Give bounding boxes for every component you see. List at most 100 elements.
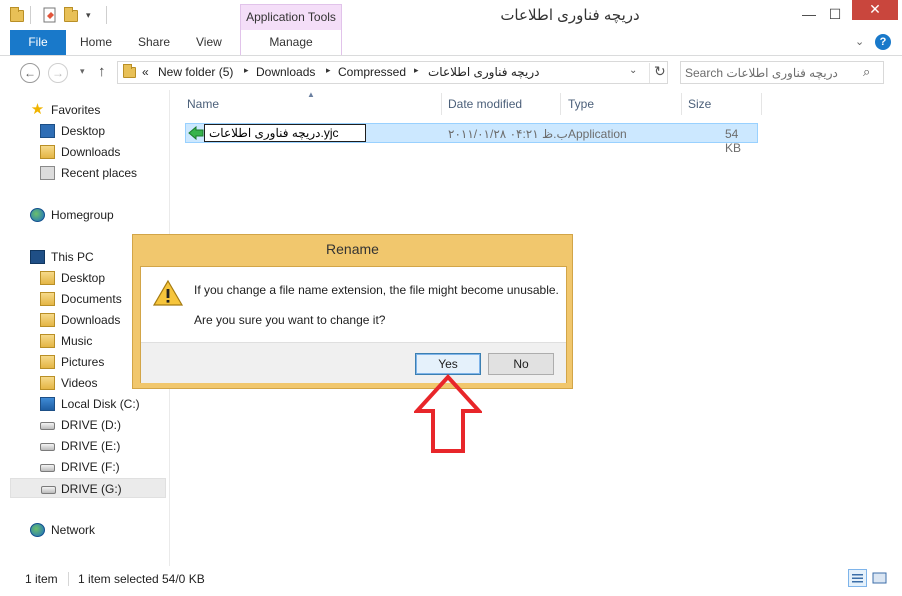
breadcrumb-separator-icon[interactable]: ▸ bbox=[414, 65, 419, 76]
nav-fav-recent-places[interactable]: Recent places bbox=[30, 163, 166, 183]
recent-locations-icon[interactable]: ▾ bbox=[80, 66, 85, 77]
nav-label: Videos bbox=[61, 376, 98, 390]
tab-view[interactable]: View bbox=[196, 30, 222, 55]
nav-pc-drive-e[interactable]: DRIVE (E:) bbox=[30, 436, 166, 456]
drive-icon bbox=[40, 422, 55, 430]
column-divider[interactable] bbox=[681, 93, 682, 115]
close-button[interactable]: ✕ bbox=[852, 0, 898, 20]
nav-label: Desktop bbox=[61, 124, 106, 138]
nav-pc-drive-f[interactable]: DRIVE (F:) bbox=[30, 457, 166, 477]
drive-icon bbox=[40, 443, 55, 451]
details-view-button[interactable] bbox=[848, 569, 867, 587]
nav-label: Documents bbox=[61, 292, 122, 306]
recent-places-icon bbox=[40, 166, 55, 180]
chevron-down-icon[interactable]: ⌄ bbox=[629, 65, 637, 76]
search-input[interactable] bbox=[685, 64, 857, 81]
breadcrumb-overflow[interactable]: « bbox=[142, 65, 149, 79]
rename-dialog: Rename If you change a file name extensi… bbox=[132, 234, 573, 389]
nav-homegroup[interactable]: Homegroup bbox=[10, 205, 166, 225]
separator bbox=[30, 6, 31, 24]
column-header-date-modified[interactable]: Date modified bbox=[448, 97, 522, 111]
breadcrumb-separator-icon[interactable]: ▸ bbox=[326, 65, 331, 76]
nav-label: Local Disk (C:) bbox=[61, 397, 140, 411]
drive-icon bbox=[40, 464, 55, 472]
drive-icon bbox=[41, 486, 56, 494]
nav-pc-local-disk-c[interactable]: Local Disk (C:) bbox=[30, 394, 166, 414]
help-icon[interactable]: ? bbox=[875, 34, 891, 50]
application-tools-label: Application Tools bbox=[240, 4, 342, 30]
selection-size: 54/0 KB bbox=[162, 572, 205, 586]
nav-label: Music bbox=[61, 334, 93, 348]
star-icon: ★ bbox=[30, 101, 45, 118]
dialog-body: If you change a file name extension, the… bbox=[140, 266, 567, 383]
tab-file[interactable]: File bbox=[10, 30, 66, 55]
dialog-button-area: Yes No bbox=[141, 342, 566, 383]
nav-pc-drive-g[interactable]: DRIVE (G:) bbox=[10, 478, 166, 498]
separator bbox=[68, 572, 69, 586]
column-divider[interactable] bbox=[560, 93, 561, 115]
sort-ascending-icon: ▲ bbox=[307, 90, 315, 99]
up-button[interactable]: ↑ bbox=[98, 63, 106, 80]
ribbon-tabs: File Home Share View Manage ⌄ ? bbox=[0, 30, 902, 56]
nav-label: This PC bbox=[51, 250, 94, 264]
documents-folder-icon bbox=[40, 292, 55, 306]
column-header-name[interactable]: Name bbox=[187, 97, 219, 111]
file-type: Application bbox=[568, 127, 627, 141]
breadcrumb-separator-icon[interactable]: ▸ bbox=[244, 65, 249, 76]
breadcrumb-downloads[interactable]: Downloads bbox=[256, 65, 315, 79]
tab-manage[interactable]: Manage bbox=[240, 30, 342, 55]
chevron-down-icon[interactable]: ⌄ bbox=[855, 35, 864, 48]
search-box[interactable]: ⌕ bbox=[680, 61, 884, 84]
nav-label: Downloads bbox=[61, 145, 121, 159]
column-divider[interactable] bbox=[441, 93, 442, 115]
network-icon bbox=[30, 523, 45, 537]
nav-pc-drive-d[interactable]: DRIVE (D:) bbox=[30, 415, 166, 435]
column-header-size[interactable]: Size bbox=[688, 97, 711, 111]
no-button[interactable]: No bbox=[488, 353, 554, 375]
breadcrumb-current-folder[interactable]: دریچه فناوری اطلاعات bbox=[428, 65, 539, 79]
breadcrumb-new-folder[interactable]: New folder (5) bbox=[158, 65, 233, 79]
yes-button[interactable]: Yes bbox=[415, 353, 481, 375]
search-icon[interactable]: ⌕ bbox=[863, 64, 870, 80]
table-row[interactable]: ۲۰۱۱/۰۱/۲۸ ب.ظ ۰۴:۲۱ Application 54 KB bbox=[185, 123, 758, 155]
large-icons-view-button[interactable] bbox=[870, 569, 889, 587]
computer-icon bbox=[30, 250, 45, 264]
nav-label: DRIVE (D:) bbox=[61, 418, 121, 432]
tab-home[interactable]: Home bbox=[80, 30, 112, 55]
status-bar: 1 item 1 item selected 54/0 KB bbox=[0, 566, 902, 596]
selection-count: 1 item selected bbox=[78, 572, 159, 586]
downloads-folder-icon bbox=[40, 313, 55, 327]
tab-share[interactable]: Share bbox=[138, 30, 170, 55]
nav-label: Favorites bbox=[51, 103, 101, 117]
column-header-type[interactable]: Type bbox=[568, 97, 594, 111]
homegroup-icon bbox=[30, 208, 45, 222]
new-folder-icon[interactable] bbox=[64, 7, 80, 23]
music-folder-icon bbox=[40, 334, 55, 348]
properties-icon[interactable] bbox=[42, 7, 58, 23]
nav-fav-downloads[interactable]: Downloads bbox=[30, 142, 166, 162]
nav-fav-desktop[interactable]: Desktop bbox=[30, 121, 166, 141]
back-button[interactable]: ← bbox=[20, 63, 40, 83]
pictures-folder-icon bbox=[40, 355, 55, 369]
rename-input[interactable] bbox=[204, 124, 366, 142]
nav-label: DRIVE (F:) bbox=[61, 460, 120, 474]
nav-network[interactable]: Network bbox=[10, 520, 166, 540]
forward-button[interactable]: → bbox=[48, 63, 68, 83]
system-drive-icon bbox=[40, 397, 55, 411]
breadcrumb-compressed[interactable]: Compressed bbox=[338, 65, 406, 79]
refresh-icon[interactable]: ↻ bbox=[649, 63, 666, 83]
nav-label: Pictures bbox=[61, 355, 105, 369]
nav-label: DRIVE (G:) bbox=[61, 482, 122, 496]
navigation-bar: ← → ▾ ↑ « New folder (5) ▸ Downloads ▸ C… bbox=[0, 56, 902, 90]
nav-favorites[interactable]: ★ Favorites bbox=[10, 100, 166, 120]
folder-icon bbox=[123, 64, 136, 78]
customize-toolbar-icon[interactable]: ▾ bbox=[86, 7, 102, 23]
dialog-title: Rename bbox=[326, 241, 379, 257]
file-date-modified: ۲۰۱۱/۰۱/۲۸ ب.ظ ۰۴:۲۱ bbox=[448, 127, 568, 141]
maximize-button[interactable]: ☐ bbox=[820, 0, 850, 30]
folder-icon bbox=[10, 7, 26, 23]
application-icon bbox=[188, 125, 204, 141]
nav-label: DRIVE (E:) bbox=[61, 439, 121, 453]
address-bar[interactable]: « New folder (5) ▸ Downloads ▸ Compresse… bbox=[117, 61, 668, 84]
column-divider[interactable] bbox=[761, 93, 762, 115]
